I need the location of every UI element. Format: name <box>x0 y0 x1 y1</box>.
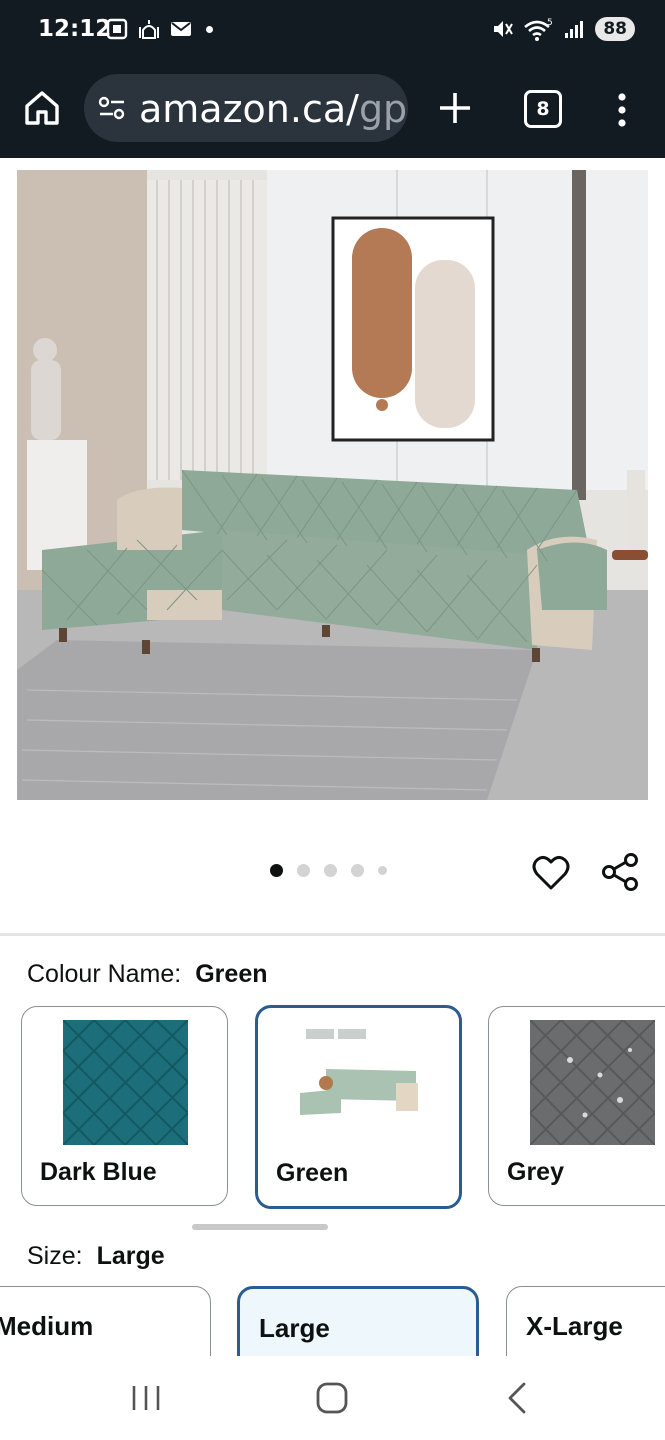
size-option-label: X-Large <box>526 1311 623 1341</box>
colour-option-label: Grey <box>507 1158 564 1186</box>
size-option-label: Medium <box>0 1311 94 1341</box>
heart-icon[interactable] <box>532 854 570 892</box>
product-photo <box>17 170 648 800</box>
url-path: gp/ <box>358 87 408 131</box>
swatch-thumbnail <box>63 1020 188 1145</box>
pagination-dot[interactable] <box>270 864 283 877</box>
address-bar[interactable]: amazon.ca/gp/ <box>84 74 408 142</box>
url-text: amazon.ca/gp/ <box>139 87 408 131</box>
swatch-thumbnail <box>296 1021 421 1146</box>
signal-icon <box>565 21 584 38</box>
recent-apps-icon[interactable] <box>124 1378 168 1418</box>
colour-scroll-indicator <box>192 1224 328 1230</box>
colour-label: Colour Name: Green <box>27 960 268 989</box>
size-selected-value: Large <box>96 1242 165 1270</box>
colour-label-text: Colour Name: <box>27 960 182 988</box>
mosque-icon <box>139 20 159 39</box>
mute-icon <box>494 21 514 37</box>
tab-switcher-button[interactable]: 8 <box>524 90 562 128</box>
swatch-thumbnail <box>530 1020 655 1145</box>
pagination-dot[interactable] <box>297 864 310 877</box>
new-tab-icon[interactable] <box>433 86 477 130</box>
home-icon[interactable] <box>22 88 62 128</box>
notification-icons <box>106 18 213 40</box>
pagination-dot[interactable] <box>351 864 364 877</box>
back-icon[interactable] <box>496 1378 540 1418</box>
colour-option-green[interactable]: Green <box>255 1005 462 1209</box>
size-label-text: Size: <box>27 1242 83 1270</box>
size-option-label: Large <box>259 1313 330 1343</box>
system-navigation-bar <box>0 1356 665 1440</box>
screenshot-icon <box>106 18 128 40</box>
pagination-dot[interactable] <box>378 866 387 875</box>
size-label: Size: Large <box>27 1242 165 1271</box>
overflow-menu-icon[interactable] <box>612 92 632 128</box>
mail-icon <box>171 22 191 36</box>
colour-option-label: Green <box>276 1159 349 1187</box>
colour-option-grey[interactable]: Grey <box>488 1006 665 1206</box>
battery-indicator: 88 <box>595 17 635 41</box>
gallery-pagination[interactable] <box>270 864 387 877</box>
pagination-dot[interactable] <box>324 864 337 877</box>
colour-option-label: Dark Blue <box>40 1158 157 1186</box>
clock: 12:12 <box>38 16 112 42</box>
network-type-label: 5 <box>547 18 553 28</box>
home-nav-icon[interactable] <box>310 1378 354 1418</box>
colour-selected-value: Green <box>195 960 268 988</box>
status-bar: 12:12 5 88 <box>0 0 665 62</box>
product-image[interactable] <box>17 170 648 800</box>
colour-option-dark-blue[interactable]: Dark Blue <box>21 1006 228 1206</box>
url-domain: amazon.ca/ <box>139 87 359 131</box>
site-settings-icon[interactable] <box>98 96 126 120</box>
browser-toolbar: amazon.ca/gp/ 8 <box>0 62 665 158</box>
wifi-icon: 5 <box>524 18 553 41</box>
share-icon[interactable] <box>600 852 640 892</box>
notification-dot <box>206 25 213 33</box>
section-divider <box>0 933 665 936</box>
system-icons: 5 88 <box>491 17 635 41</box>
